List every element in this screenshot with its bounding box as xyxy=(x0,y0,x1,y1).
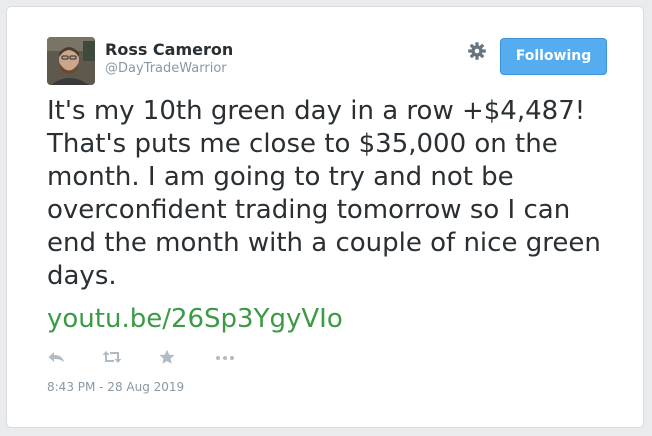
reply-icon[interactable] xyxy=(47,349,69,365)
favorite-icon[interactable] xyxy=(158,349,180,365)
avatar-image xyxy=(47,37,95,85)
gear-icon[interactable] xyxy=(467,41,487,61)
more-icon[interactable] xyxy=(214,349,236,365)
retweet-icon[interactable] xyxy=(101,349,123,365)
tweet-card: Ross Cameron @DayTradeWarrior Following … xyxy=(6,6,644,428)
author-name[interactable]: Ross Cameron xyxy=(105,40,233,59)
avatar[interactable] xyxy=(47,37,95,85)
author-handle[interactable]: @DayTradeWarrior xyxy=(105,61,227,76)
tweet-timestamp[interactable]: 8:43 PM - 28 Aug 2019 xyxy=(47,380,184,394)
following-button[interactable]: Following xyxy=(500,38,607,75)
tweet-text: It's my 10th green day in a row +$4,487!… xyxy=(47,96,601,291)
tweet-link[interactable]: youtu.be/26Sp3YgyVIo xyxy=(47,303,343,336)
